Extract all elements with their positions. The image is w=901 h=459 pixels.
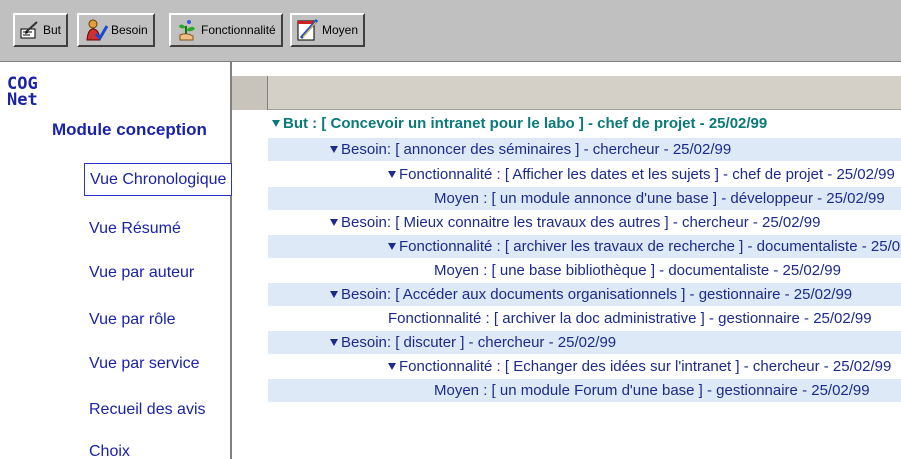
expand-triangle-icon[interactable] [330, 339, 338, 346]
nav-recueil-des-avis[interactable]: Recueil des avis [84, 393, 232, 426]
nav-vue-par-auteur[interactable]: Vue par auteur [84, 256, 232, 289]
fonctionnalite-button[interactable]: Fonctionnalité [169, 13, 283, 47]
tree-row[interactable]: Besoin: [ Mieux connaitre les travaux de… [268, 211, 901, 234]
tree-row-text: Besoin: [ Mieux connaitre les travaux de… [341, 214, 821, 231]
row-gutter [232, 110, 268, 459]
expand-triangle-icon[interactable] [388, 171, 396, 178]
nav-vue-par-role[interactable]: Vue par rôle [84, 303, 232, 336]
tree-row[interactable]: Besoin: [ Accéder aux documents organisa… [268, 283, 901, 306]
tree-row-text: Moyen : [ une base bibliothèque ] - docu… [434, 262, 841, 279]
besoin-button[interactable]: Besoin [77, 13, 155, 47]
but-button[interactable]: But [13, 13, 69, 47]
sidebar: COG Net Module conception Vue Chronologi… [0, 62, 232, 459]
expand-triangle-icon[interactable] [388, 243, 396, 250]
expand-triangle-icon[interactable] [330, 219, 338, 226]
tree-row[interactable]: Fonctionnalité : [ Echanger des idées su… [268, 355, 901, 378]
tree-row-text: Fonctionnalité : [ archiver la doc admin… [388, 310, 872, 327]
person-check-icon [86, 19, 108, 41]
nav-vue-resume[interactable]: Vue Résumé [84, 212, 232, 245]
content-header [232, 76, 901, 110]
tree-row[interactable]: Moyen : [ un module Forum d'une base ] -… [268, 379, 901, 402]
tree-row[interactable]: Besoin: [ annoncer des séminaires ] - ch… [268, 138, 901, 161]
hand-plant-icon [179, 20, 195, 41]
moyen-button[interactable]: Moyen [290, 13, 366, 47]
but-button-label: But [43, 23, 62, 37]
pen-notepad-icon [297, 19, 319, 41]
tree-row[interactable]: Fonctionnalité : [ Afficher les dates et… [268, 163, 901, 186]
tree-row-text: Besoin: [ Accéder aux documents organisa… [341, 286, 853, 303]
nav-choix[interactable]: Choix [84, 435, 232, 459]
nav-vue-par-service[interactable]: Vue par service [84, 347, 232, 380]
tree-row-text: Fonctionnalité : [ Afficher les dates et… [399, 166, 895, 183]
toolbar: But Besoin Fonctionnalité Moyen [0, 0, 901, 62]
expand-triangle-icon[interactable] [388, 363, 396, 370]
expand-triangle-icon[interactable] [330, 291, 338, 298]
target-pencil-icon [20, 21, 38, 39]
tree-row-text: Besoin: [ annoncer des séminaires ] - ch… [341, 141, 732, 158]
tree-row-text: Fonctionnalité : [ Echanger des idées su… [399, 358, 892, 375]
tree-row-text: Besoin: [ discuter ] - chercheur - 25/02… [341, 334, 617, 351]
tree-row[interactable]: Moyen : [ un module annonce d'une base ]… [268, 187, 901, 210]
fonctionnalite-button-label: Fonctionnalité [201, 23, 276, 37]
tree-row[interactable]: Besoin: [ discuter ] - chercheur - 25/02… [268, 331, 901, 354]
tree-row[interactable]: Fonctionnalité : [ archiver les travaux … [268, 235, 901, 258]
nav-vue-chronologique[interactable]: Vue Chronologique [84, 163, 232, 196]
moyen-button-label: Moyen [322, 23, 359, 37]
tree-row-text: Moyen : [ un module annonce d'une base ]… [434, 190, 885, 207]
module-title: Module conception [52, 120, 207, 139]
tree-row-text: But : [ Concevoir un intranet pour le la… [283, 115, 768, 132]
expand-triangle-icon[interactable] [330, 146, 338, 153]
logo-line-2: Net [7, 90, 38, 110]
header-corner-cell [232, 76, 268, 110]
tree-row[interactable]: Fonctionnalité : [ archiver la doc admin… [268, 307, 901, 330]
cognet-logo: COG Net [7, 76, 38, 110]
tree-row-text: Fonctionnalité : [ archiver les travaux … [399, 238, 901, 255]
besoin-button-label: Besoin [111, 23, 148, 37]
expand-triangle-icon[interactable] [272, 120, 280, 127]
content-pane: But : [ Concevoir un intranet pour le la… [232, 62, 901, 459]
tree-row-text: Moyen : [ un module Forum d'une base ] -… [434, 382, 870, 399]
tree-row[interactable]: Moyen : [ une base bibliothèque ] - docu… [268, 259, 901, 282]
tree-row[interactable]: But : [ Concevoir un intranet pour le la… [268, 112, 901, 135]
